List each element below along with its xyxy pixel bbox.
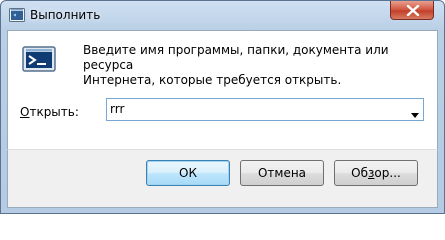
ok-button[interactable]: ОК [146, 160, 230, 186]
instruction-line-1: Введите имя программы, папки, документа … [83, 43, 389, 72]
open-field-label: Открыть: [20, 105, 79, 119]
window-title: Выполнить [30, 8, 101, 22]
instruction-line-2: Интернета, которые требуется открыть. [83, 73, 342, 87]
run-window-icon [9, 8, 25, 22]
browse-button[interactable]: Обзор... [334, 160, 418, 186]
run-program-icon [22, 45, 56, 73]
browse-label-end: ор... [374, 166, 401, 180]
chevron-down-icon[interactable] [411, 107, 419, 121]
open-input[interactable] [110, 99, 400, 120]
open-label-text: ткрыть: [29, 105, 79, 119]
close-button[interactable] [390, 1, 434, 20]
cancel-button[interactable]: Отмена [240, 160, 324, 186]
title-bar[interactable]: Выполнить [1, 1, 444, 31]
open-combobox[interactable] [106, 98, 424, 121]
run-dialog-window: Выполнить Введите имя программы, папки, … [0, 0, 445, 214]
instruction-text: Введите имя программы, папки, документа … [83, 43, 428, 88]
browse-label-start: Об [351, 166, 369, 180]
close-x-icon [406, 5, 420, 16]
